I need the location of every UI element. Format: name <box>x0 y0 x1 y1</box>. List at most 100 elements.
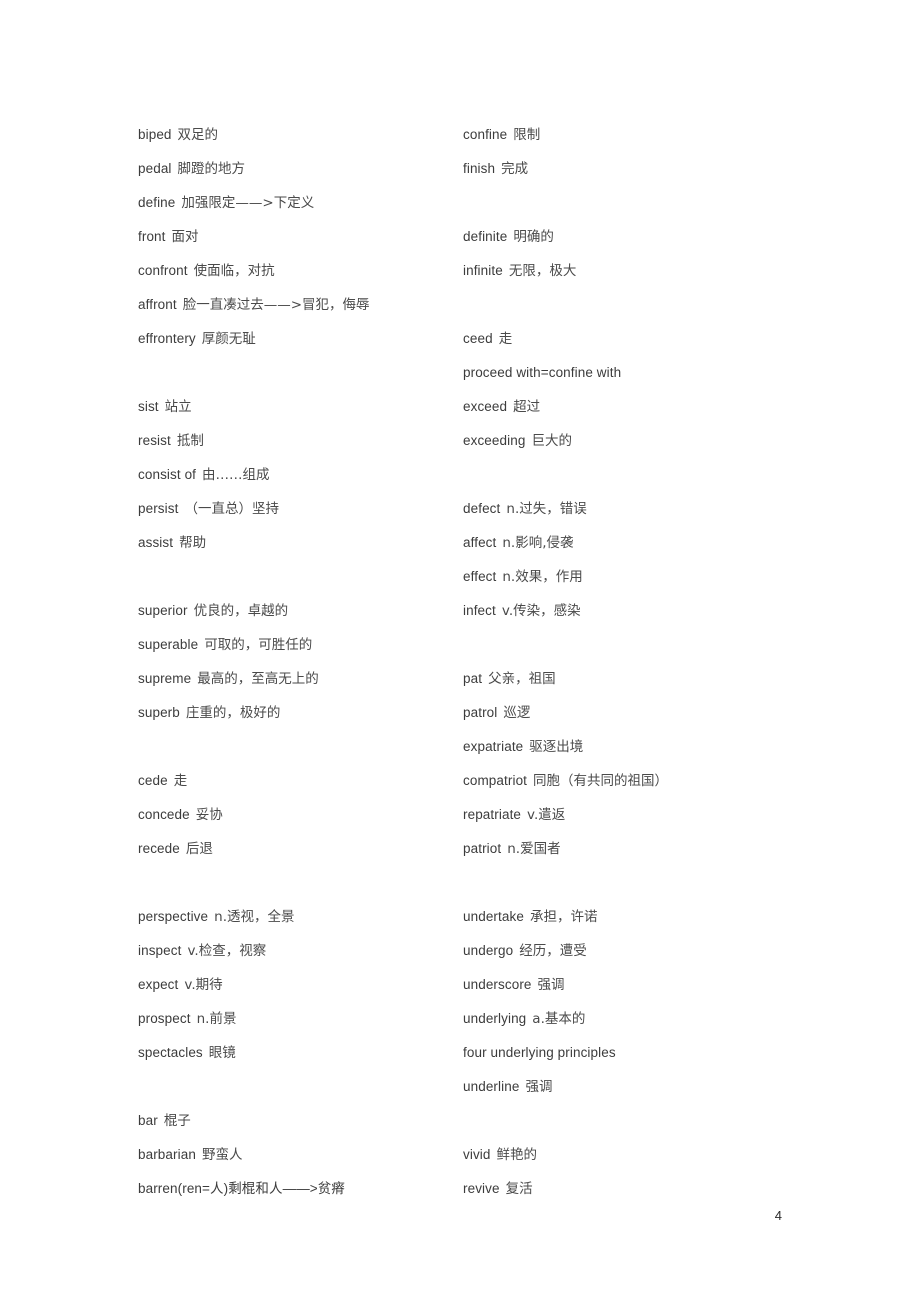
entry-term: revive <box>463 1181 500 1196</box>
entry-term: exceed <box>463 399 508 414</box>
vocabulary-row: concede 妥协 repatriate v.遣返 <box>138 798 798 832</box>
entry-term: biped <box>138 127 172 142</box>
entry-term: spectacles <box>138 1045 203 1060</box>
vocabulary-row: supreme 最高的，至高无上的 pat 父亲，祖国 <box>138 662 798 696</box>
vocabulary-entry-right: revive 复活 <box>463 1172 798 1206</box>
entry-gloss: 后退 <box>185 841 213 857</box>
vocabulary-row: biped 双足的 confine 限制 <box>138 118 798 152</box>
entry-gloss: 双足的 <box>177 127 219 143</box>
vocabulary-entry-right: repatriate v.遣返 <box>463 798 798 832</box>
entry-gloss: 脸一直凑过去——>冒犯，侮辱 <box>182 297 370 313</box>
entry-term: affect <box>463 535 497 550</box>
entry-term: vivid <box>463 1147 491 1162</box>
entry-gloss: 庄重的，极好的 <box>185 705 281 721</box>
vocabulary-entry-left: assist 帮助 <box>138 526 463 560</box>
vocabulary-entry-right: finish 完成 <box>463 152 798 186</box>
vocabulary-row: effect n.效果，作用 <box>138 560 798 594</box>
entry-term: prospect <box>138 1011 191 1026</box>
entry-term: affront <box>138 297 177 312</box>
entry-gloss: 脚蹬的地方 <box>177 161 246 177</box>
entry-gloss: 明确的 <box>513 229 554 245</box>
vocabulary-list: biped 双足的 confine 限制 pedal 脚蹬的地方 finish 完成 defin… <box>138 118 798 1206</box>
vocabulary-row: define 加强限定——>下定义 <box>138 186 798 220</box>
vocabulary-row: recede 后退 patriot n.爱国者 <box>138 832 798 866</box>
entry-gloss: 完成 <box>501 161 529 177</box>
entry-gloss: 使面临，对抗 <box>193 263 275 279</box>
entry-gloss: （一直总）坚持 <box>184 501 279 517</box>
vocabulary-entry-right: effect n.效果，作用 <box>463 560 798 594</box>
entry-gloss: 承担，许诺 <box>529 909 598 925</box>
vocabulary-entry-left: confront 使面临，对抗 <box>138 254 463 288</box>
vocabulary-entry-left: biped 双足的 <box>138 118 463 152</box>
entry-term: concede <box>138 807 190 822</box>
entry-gloss: 同胞（有共同的祖国） <box>533 773 669 789</box>
vocabulary-entry-left: barbarian 野蛮人 <box>138 1138 463 1172</box>
entry-term: confine <box>463 127 508 142</box>
vocabulary-row: resist 抵制 exceeding 巨大的 <box>138 424 798 458</box>
vocabulary-row: sist 站立 exceed 超过 <box>138 390 798 424</box>
entry-gloss: 站立 <box>164 399 192 415</box>
entry-gloss: 鲜艳的 <box>496 1147 538 1163</box>
entry-term: patrol <box>463 705 498 720</box>
vocabulary-entry-right: expatriate 驱逐出境 <box>463 730 798 764</box>
entry-term: recede <box>138 841 180 856</box>
vocabulary-row: persist （一直总）坚持 defect n.过失，错误 <box>138 492 798 526</box>
entry-term: proceed with=confine with <box>463 365 622 380</box>
vocabulary-entry-left: cede 走 <box>138 764 463 798</box>
entry-term: definite <box>463 229 508 244</box>
entry-gloss: 优良的，卓越的 <box>193 603 289 619</box>
vocabulary-entry-left: superable 可取的，可胜任的 <box>138 628 463 662</box>
vocabulary-entry-left: expect v.期待 <box>138 968 463 1002</box>
vocabulary-entry-right: underline 强调 <box>463 1070 798 1104</box>
entry-term: sist <box>138 399 159 414</box>
entry-term: supreme <box>138 671 192 686</box>
entry-term: bar <box>138 1113 158 1128</box>
document-page: biped 双足的 confine 限制 pedal 脚蹬的地方 finish 完成 defin… <box>0 0 920 1302</box>
page-number: 4 <box>774 1208 782 1223</box>
entry-term: pat <box>463 671 483 686</box>
vocabulary-row: superable 可取的，可胜任的 <box>138 628 798 662</box>
entry-term: superable <box>138 637 199 652</box>
entry-term: effrontery <box>138 331 196 346</box>
vocabulary-row: proceed with=confine with <box>138 356 798 390</box>
vocabulary-entry-left: prospect n.前景 <box>138 1002 463 1036</box>
vocabulary-row: effrontery 厚颜无耻 ceed 走 <box>138 322 798 356</box>
entry-term: inspect <box>138 943 182 958</box>
vocabulary-entry-left: effrontery 厚颜无耻 <box>138 322 463 356</box>
vocabulary-entry-right: undertake 承担，许诺 <box>463 900 798 934</box>
entry-gloss: a.基本的 <box>532 1011 586 1027</box>
vocabulary-entry-left: superb 庄重的，极好的 <box>138 696 463 730</box>
entry-term: confront <box>138 263 188 278</box>
entry-gloss: 超过 <box>513 399 541 415</box>
vocabulary-entry-left: superior 优良的，卓越的 <box>138 594 463 628</box>
vocabulary-entry-right: pat 父亲，祖国 <box>463 662 798 696</box>
entry-gloss: 加强限定——>下定义 <box>181 195 315 211</box>
entry-gloss: 面对 <box>171 229 199 245</box>
vocabulary-entry-left: resist 抵制 <box>138 424 463 458</box>
vocabulary-entry-left: persist （一直总）坚持 <box>138 492 463 526</box>
entry-gloss: 野蛮人 <box>201 1147 243 1163</box>
entry-term: compatriot <box>463 773 528 788</box>
entry-term: undertake <box>463 909 524 924</box>
vocabulary-entry-right: proceed with=confine with <box>463 356 798 390</box>
vocabulary-row: superb 庄重的，极好的 patrol 巡逻 <box>138 696 798 730</box>
vocabulary-entry-left: concede 妥协 <box>138 798 463 832</box>
vocabulary-entry-right: patrol 巡逻 <box>463 696 798 730</box>
entry-term: undergo <box>463 943 514 958</box>
vocabulary-row: spectacles 眼镜 four underlying principles <box>138 1036 798 1070</box>
entry-term: underscore <box>463 977 532 992</box>
vocabulary-entry-left: pedal 脚蹬的地方 <box>138 152 463 186</box>
entry-term: underline <box>463 1079 520 1094</box>
vocabulary-entry-left: perspective n.透视，全景 <box>138 900 463 934</box>
entry-term: perspective <box>138 909 209 924</box>
vocabulary-entry-right: infect v.传染，感染 <box>463 594 798 628</box>
entry-term: patriot <box>463 841 502 856</box>
vocabulary-row: barren(ren=人)剩棍和人——>贫瘠 revive 复活 <box>138 1172 798 1206</box>
vocabulary-entry-right: exceeding 巨大的 <box>463 424 798 458</box>
vocabulary-entry-right: vivid 鲜艳的 <box>463 1138 798 1172</box>
entry-term: consist of <box>138 467 197 482</box>
vocabulary-entry-left: barren(ren=人)剩棍和人——>贫瘠 <box>138 1172 463 1206</box>
entry-gloss: 经历，遭受 <box>519 943 587 959</box>
vocabulary-row: perspective n.透视，全景 undertake 承担，许诺 <box>138 900 798 934</box>
vocabulary-entry-left: consist of 由……组成 <box>138 458 463 492</box>
